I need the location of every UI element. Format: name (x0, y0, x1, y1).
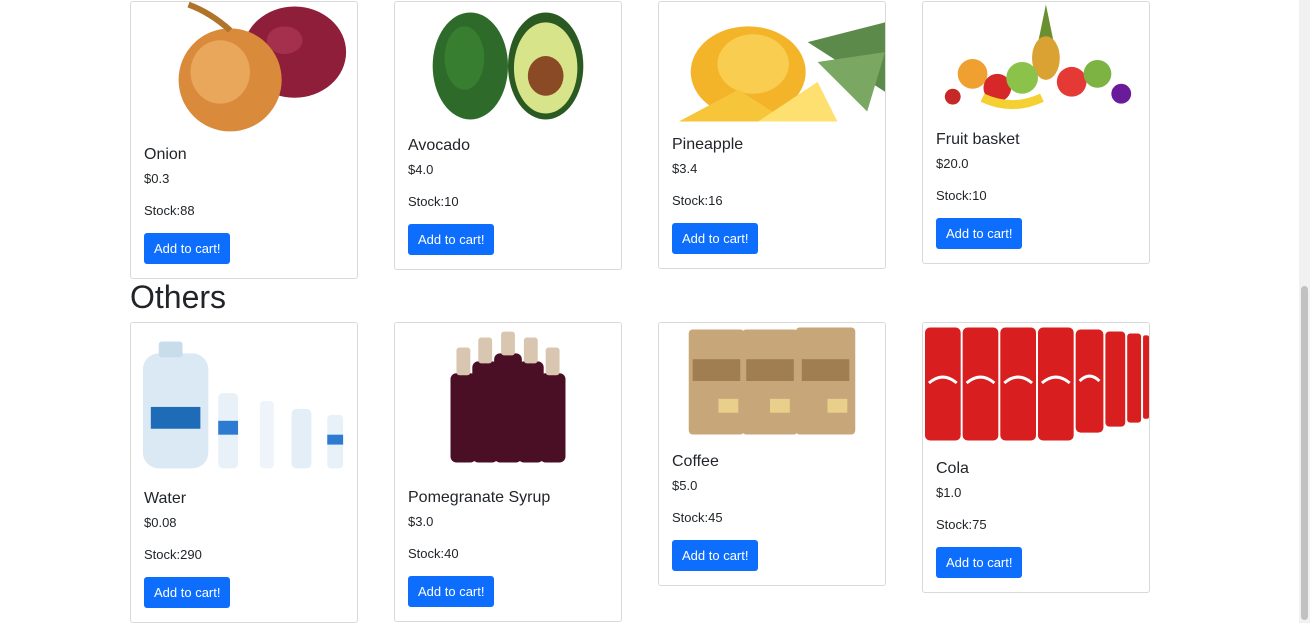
add-to-cart-button[interactable]: Add to cart! (408, 576, 495, 607)
product-stock: Stock:10 (936, 188, 987, 203)
avocado-image (395, 2, 621, 123)
product-price: $1.0 (936, 485, 962, 500)
product-card-cola: Cola $1.0 Stock:75 Add to cart! (922, 322, 1150, 593)
product-stock: Stock:75 (936, 517, 987, 532)
page-scrollbar[interactable] (1299, 0, 1310, 623)
pineapple-image (659, 2, 885, 122)
product-stock: Stock:16 (672, 193, 723, 208)
product-card-pomegranate-syrup: Pomegranate Syrup $3.0 Stock:40 Add to c… (394, 322, 622, 622)
syrup-bottles-image (395, 323, 621, 475)
add-to-cart-button[interactable]: Add to cart! (672, 540, 759, 571)
product-name: Onion (144, 146, 187, 163)
product-price: $0.08 (144, 515, 177, 530)
product-price: $4.0 (408, 162, 434, 177)
water-bottles-image (131, 323, 357, 476)
product-name: Avocado (408, 137, 470, 154)
product-name: Water (144, 490, 187, 507)
product-card-water: Water $0.08 Stock:290 Add to cart! (130, 322, 358, 623)
add-to-cart-button[interactable]: Add to cart! (408, 224, 495, 255)
product-stock: Stock:10 (408, 194, 459, 209)
cola-cans-image (923, 323, 1149, 446)
add-to-cart-button[interactable]: Add to cart! (144, 233, 231, 264)
product-price: $5.0 (672, 478, 698, 493)
product-name: Cola (936, 460, 969, 477)
fruit-basket-image (923, 2, 1149, 117)
onion-image (131, 2, 357, 132)
product-name: Pineapple (672, 136, 744, 153)
product-card-fruit-basket: Fruit basket $20.0 Stock:10 Add to cart! (922, 1, 1150, 264)
scrollbar-thumb[interactable] (1301, 286, 1308, 620)
product-card-avocado: Avocado $4.0 Stock:10 Add to cart! (394, 1, 622, 270)
product-price: $0.3 (144, 171, 170, 186)
product-card-onion: Onion $0.3 Stock:88 Add to cart! (130, 1, 358, 279)
product-stock: Stock:290 (144, 547, 202, 562)
add-to-cart-button[interactable]: Add to cart! (936, 547, 1023, 578)
product-name: Fruit basket (936, 131, 1020, 148)
section-title-others: Others (130, 279, 227, 315)
product-price: $3.0 (408, 514, 434, 529)
product-stock: Stock:45 (672, 510, 723, 525)
product-card-coffee: Coffee $5.0 Stock:45 Add to cart! (658, 322, 886, 586)
product-stock: Stock:88 (144, 203, 195, 218)
product-card-pineapple: Pineapple $3.4 Stock:16 Add to cart! (658, 1, 886, 269)
coffee-bags-image (659, 323, 885, 439)
product-price: $3.4 (672, 161, 698, 176)
product-name: Pomegranate Syrup (408, 489, 551, 506)
product-name: Coffee (672, 453, 719, 470)
product-price: $20.0 (936, 156, 969, 171)
add-to-cart-button[interactable]: Add to cart! (144, 577, 231, 608)
add-to-cart-button[interactable]: Add to cart! (672, 223, 759, 254)
product-stock: Stock:40 (408, 546, 459, 561)
add-to-cart-button[interactable]: Add to cart! (936, 218, 1023, 249)
